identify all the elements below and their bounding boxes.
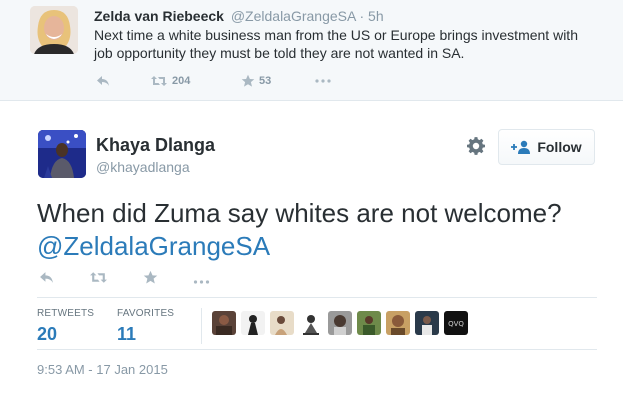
tweet-permalink-page: Zelda van Riebeeck @ZeldalaGrangeSA · 5h… bbox=[0, 0, 623, 403]
retweet-icon bbox=[150, 75, 168, 87]
author-handle[interactable]: @khayadlanga bbox=[96, 158, 190, 176]
favorites-stat[interactable]: FAVORITES 11 bbox=[117, 308, 174, 345]
parent-retweet-count: 204 bbox=[172, 75, 191, 87]
parent-header: Zelda van Riebeeck @ZeldalaGrangeSA · 5h bbox=[94, 7, 384, 25]
follow-button-label: Follow bbox=[537, 139, 582, 155]
retweets-count: 20 bbox=[37, 324, 58, 344]
favoriter-avatar[interactable] bbox=[299, 311, 323, 335]
favoriter-avatar[interactable]: QVQ bbox=[444, 311, 468, 335]
retweets-stat[interactable]: RETWEETS 20 bbox=[37, 308, 94, 345]
author-avatar[interactable] bbox=[38, 130, 86, 178]
stats-divider-bottom bbox=[37, 349, 597, 350]
parent-tweet[interactable]: Zelda van Riebeeck @ZeldalaGrangeSA · 5h… bbox=[0, 0, 623, 101]
stats-separator bbox=[201, 308, 202, 344]
parent-retweet-button[interactable]: 204 bbox=[150, 73, 190, 89]
follow-button[interactable]: Follow bbox=[498, 129, 595, 165]
mention-link[interactable]: @ZeldalaGrangeSA bbox=[37, 231, 270, 261]
follow-person-icon bbox=[511, 140, 531, 154]
retweet-icon bbox=[89, 271, 108, 289]
parent-separator: · bbox=[359, 8, 365, 24]
more-icon bbox=[193, 271, 210, 289]
author-name[interactable]: Khaya Dlanga bbox=[96, 134, 215, 156]
gear-icon bbox=[467, 136, 485, 160]
more-icon bbox=[315, 79, 331, 83]
parent-favorite-count: 53 bbox=[259, 75, 272, 87]
stats-divider-top bbox=[37, 297, 597, 298]
favoriter-avatar[interactable] bbox=[357, 311, 381, 335]
favoriter-avatar[interactable] bbox=[415, 311, 439, 335]
favoriter-avatar[interactable] bbox=[270, 311, 294, 335]
parent-avatar[interactable] bbox=[30, 6, 78, 54]
tweet-timestamp[interactable]: 9:53 AM - 17 Jan 2015 bbox=[37, 362, 168, 378]
favoriter-avatar[interactable] bbox=[328, 311, 352, 335]
favoriter-avatar[interactable] bbox=[386, 311, 410, 335]
favorite-icon bbox=[143, 270, 158, 290]
favorites-count: 11 bbox=[117, 324, 137, 344]
user-actions-button[interactable] bbox=[466, 136, 486, 160]
favoriter-avatar[interactable] bbox=[212, 311, 236, 335]
parent-reply-button[interactable] bbox=[96, 73, 110, 89]
favorites-label: FAVORITES bbox=[117, 308, 175, 319]
parent-more-button[interactable] bbox=[315, 73, 331, 89]
favorite-icon bbox=[241, 74, 255, 88]
reply-icon bbox=[39, 271, 54, 289]
parent-author-handle[interactable]: @ZeldalaGrangeSA bbox=[231, 8, 356, 24]
tweet-text-body: When did Zuma say whites are not welcome… bbox=[37, 198, 562, 228]
favoriter-avatar[interactable] bbox=[241, 311, 265, 335]
svg-text:QVQ: QVQ bbox=[448, 320, 464, 328]
parent-author-name[interactable]: Zelda van Riebeeck bbox=[94, 8, 224, 24]
parent-time[interactable]: 5h bbox=[368, 8, 384, 24]
tweet-text: When did Zuma say whites are not welcome… bbox=[37, 197, 597, 263]
reply-button[interactable] bbox=[39, 271, 54, 289]
favorite-button[interactable] bbox=[143, 270, 158, 290]
parent-tweet-text: Next time a white business man from the … bbox=[94, 27, 578, 61]
parent-favorite-button[interactable]: 53 bbox=[241, 73, 271, 89]
reply-icon bbox=[96, 75, 110, 87]
more-button[interactable] bbox=[193, 271, 210, 289]
retweets-label: RETWEETS bbox=[37, 308, 95, 319]
retweet-button[interactable] bbox=[89, 271, 108, 289]
